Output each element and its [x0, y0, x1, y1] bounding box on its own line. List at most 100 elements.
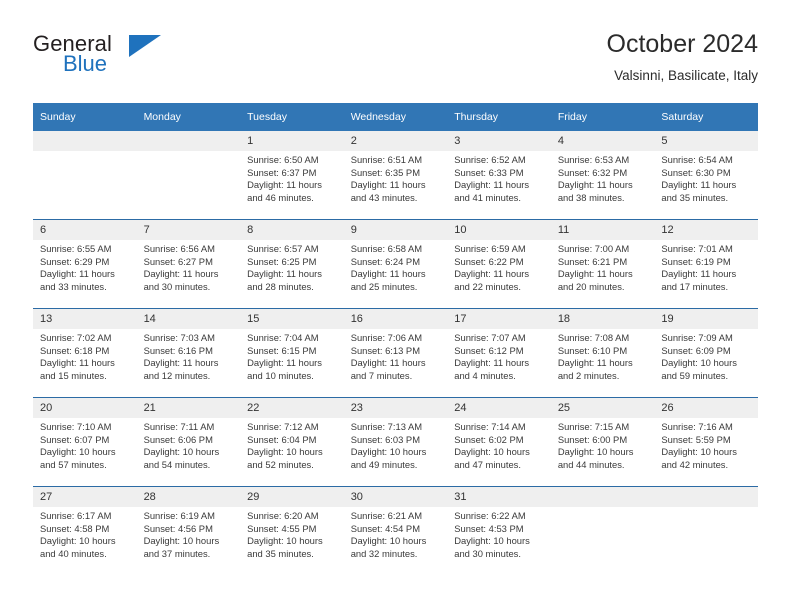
day-details: Sunrise: 7:04 AM Sunset: 6:15 PM Daylight:…: [240, 329, 344, 382]
sunrise-text: Sunrise: 7:14 AM: [454, 421, 526, 432]
calendar-day-cell[interactable]: 15 Sunrise: 7:04 AM Sunset: 6:15 PM Dayligh…: [240, 308, 344, 398]
calendar-day-cell[interactable]: 5 Sunrise: 6:54 AM Sunset: 6:30 PM Daylight…: [654, 131, 758, 220]
sunrise-text: Sunrise: 7:07 AM: [454, 332, 526, 343]
sunset-text: Sunset: 4:58 PM: [40, 522, 110, 534]
calendar-day-cell[interactable]: 12 Sunrise: 7:01 AM Sunset: 6:19 PM Dayligh…: [654, 219, 758, 309]
calendar-day-cell-empty: [136, 131, 241, 220]
daylight-text-line1: Daylight: 10 hours: [661, 357, 737, 369]
daylight-text-line1: Daylight: 11 hours: [143, 268, 219, 280]
daylight-text-line1: Daylight: 11 hours: [247, 268, 322, 280]
daylight-text-line2: and 20 minutes.: [557, 280, 625, 292]
calendar-day-cell[interactable]: 18 Sunrise: 7:08 AM Sunset: 6:10 PM Dayligh…: [550, 308, 655, 398]
weekday-header-monday: Monday: [136, 103, 241, 131]
calendar-day-cell[interactable]: 6 Sunrise: 6:55 AM Sunset: 6:29 PM Daylight…: [33, 219, 137, 309]
calendar-day-cell[interactable]: 13 Sunrise: 7:02 AM Sunset: 6:18 PM Dayligh…: [33, 308, 137, 398]
day-details: [551, 507, 655, 510]
day-details: Sunrise: 7:15 AM Sunset: 6:00 PM Daylight:…: [551, 418, 655, 471]
calendar-day-cell[interactable]: 7 Sunrise: 6:56 AM Sunset: 6:27 PM Daylight…: [136, 219, 241, 309]
calendar-day-cell[interactable]: 28 Sunrise: 6:19 AM Sunset: 4:56 PM Dayligh…: [136, 486, 241, 575]
sunrise-text: Sunrise: 7:09 AM: [661, 332, 733, 343]
daylight-text-line1: Daylight: 11 hours: [557, 268, 633, 280]
calendar-day-cell[interactable]: 23 Sunrise: 7:13 AM Sunset: 6:03 PM Dayligh…: [343, 397, 448, 487]
day-details: Sunrise: 7:16 AM Sunset: 5:59 PM Daylight:…: [654, 418, 758, 471]
calendar-day-cell[interactable]: 27 Sunrise: 6:17 AM Sunset: 4:58 PM Dayligh…: [33, 486, 137, 575]
calendar-day-cell-empty: [550, 486, 655, 575]
sunset-text: Sunset: 6:13 PM: [350, 344, 420, 356]
daylight-text-line1: Daylight: 11 hours: [40, 357, 115, 369]
day-number: 16: [343, 309, 448, 329]
day-number: [550, 487, 655, 507]
daylight-text-line1: Daylight: 11 hours: [143, 357, 219, 369]
day-number: 10: [447, 220, 551, 240]
calendar-day-cell[interactable]: 1 Sunrise: 6:50 AM Sunset: 6:37 PM Daylight…: [240, 131, 344, 220]
daylight-text-line2: and 28 minutes.: [247, 280, 314, 292]
daylight-text-line2: and 52 minutes.: [247, 458, 314, 470]
calendar-day-cell[interactable]: 11 Sunrise: 7:00 AM Sunset: 6:21 PM Dayligh…: [550, 219, 655, 309]
day-number: 26: [654, 398, 758, 418]
general-blue-logo[interactable]: General Blue: [33, 32, 253, 88]
sunrise-text: Sunrise: 7:10 AM: [40, 421, 112, 432]
calendar-day-cell[interactable]: 26 Sunrise: 7:16 AM Sunset: 5:59 PM Dayligh…: [654, 397, 758, 487]
daylight-text-line2: and 37 minutes.: [143, 547, 211, 559]
calendar-day-cell[interactable]: 14 Sunrise: 7:03 AM Sunset: 6:16 PM Dayligh…: [136, 308, 241, 398]
page-title: October 2024: [606, 30, 759, 58]
daylight-text-line1: Daylight: 10 hours: [40, 446, 116, 458]
day-number: 22: [240, 398, 344, 418]
calendar-day-cell[interactable]: 24 Sunrise: 7:14 AM Sunset: 6:02 PM Dayligh…: [447, 397, 551, 487]
calendar-day-cell[interactable]: 20 Sunrise: 7:10 AM Sunset: 6:07 PM Dayligh…: [33, 397, 137, 487]
sunrise-text: Sunrise: 7:01 AM: [661, 243, 733, 254]
calendar-day-cell[interactable]: 16 Sunrise: 7:06 AM Sunset: 6:13 PM Dayligh…: [343, 308, 448, 398]
calendar-day-cell[interactable]: 30 Sunrise: 6:21 AM Sunset: 4:54 PM Dayligh…: [343, 486, 448, 575]
sunset-text: Sunset: 4:53 PM: [454, 522, 524, 534]
day-details: Sunrise: 7:14 AM Sunset: 6:02 PM Daylight:…: [447, 418, 551, 471]
calendar-day-cell[interactable]: 3 Sunrise: 6:52 AM Sunset: 6:33 PM Daylight…: [447, 131, 551, 220]
day-details: Sunrise: 6:50 AM Sunset: 6:37 PM Daylight:…: [240, 151, 344, 204]
sunset-text: Sunset: 4:55 PM: [247, 522, 317, 534]
calendar-day-cell[interactable]: 21 Sunrise: 7:11 AM Sunset: 6:06 PM Dayligh…: [136, 397, 241, 487]
day-number: 12: [654, 220, 758, 240]
sunrise-text: Sunrise: 7:08 AM: [557, 332, 630, 343]
sunset-text: Sunset: 6:25 PM: [247, 255, 317, 267]
day-number: 7: [136, 220, 241, 240]
sunset-text: Sunset: 6:24 PM: [350, 255, 420, 267]
daylight-text-line2: and 10 minutes.: [247, 369, 314, 381]
calendar-day-cell[interactable]: 2 Sunrise: 6:51 AM Sunset: 6:35 PM Daylight…: [343, 131, 448, 220]
daylight-text-line1: Daylight: 11 hours: [247, 179, 322, 191]
calendar-day-cell[interactable]: 19 Sunrise: 7:09 AM Sunset: 6:09 PM Dayligh…: [654, 308, 758, 398]
sunset-text: Sunset: 5:59 PM: [661, 433, 731, 445]
sunrise-text: Sunrise: 6:19 AM: [143, 510, 215, 521]
sunset-text: Sunset: 6:03 PM: [350, 433, 420, 445]
calendar-day-cell[interactable]: 17 Sunrise: 7:07 AM Sunset: 6:12 PM Dayligh…: [447, 308, 551, 398]
day-number: 14: [136, 309, 241, 329]
calendar-week-row: 27 Sunrise: 6:17 AM Sunset: 4:58 PM Dayligh…: [33, 486, 758, 575]
sunrise-text: Sunrise: 7:12 AM: [247, 421, 319, 432]
sunset-text: Sunset: 6:09 PM: [661, 344, 731, 356]
day-details: [33, 151, 137, 154]
sunrise-text: Sunrise: 6:21 AM: [350, 510, 423, 521]
calendar-day-cell[interactable]: 10 Sunrise: 6:59 AM Sunset: 6:22 PM Dayligh…: [447, 219, 551, 309]
calendar-day-cell[interactable]: 22 Sunrise: 7:12 AM Sunset: 6:04 PM Dayligh…: [240, 397, 344, 487]
sunrise-text: Sunrise: 6:54 AM: [661, 154, 733, 165]
calendar-day-cell[interactable]: 9 Sunrise: 6:58 AM Sunset: 6:24 PM Daylight…: [343, 219, 448, 309]
sunset-text: Sunset: 6:00 PM: [557, 433, 628, 445]
daylight-text-line2: and 46 minutes.: [247, 191, 314, 203]
calendar-week-row: 13 Sunrise: 7:02 AM Sunset: 6:18 PM Dayligh…: [33, 308, 758, 398]
calendar-day-cell[interactable]: 31 Sunrise: 6:22 AM Sunset: 4:53 PM Dayligh…: [447, 486, 551, 575]
day-number: 6: [33, 220, 137, 240]
page-subtitle: Valsinni, Basilicate, Italy: [614, 68, 758, 83]
daylight-text-line2: and 30 minutes.: [454, 547, 521, 559]
calendar-day-cell[interactable]: 8 Sunrise: 6:57 AM Sunset: 6:25 PM Daylight…: [240, 219, 344, 309]
sunrise-text: Sunrise: 7:02 AM: [40, 332, 112, 343]
calendar-day-cell[interactable]: 25 Sunrise: 7:15 AM Sunset: 6:00 PM Dayligh…: [550, 397, 655, 487]
daylight-text-line2: and 25 minutes.: [350, 280, 418, 292]
calendar-body: 1 Sunrise: 6:50 AM Sunset: 6:37 PM Daylight…: [33, 131, 758, 575]
day-details: Sunrise: 6:21 AM Sunset: 4:54 PM Daylight:…: [344, 507, 448, 560]
triangle-icon: [129, 35, 161, 57]
sunset-text: Sunset: 6:19 PM: [661, 255, 731, 267]
calendar-week-row: 20 Sunrise: 7:10 AM Sunset: 6:07 PM Dayligh…: [33, 397, 758, 487]
day-number: 31: [447, 487, 551, 507]
daylight-text-line2: and 32 minutes.: [350, 547, 418, 559]
day-number: 13: [33, 309, 137, 329]
calendar-day-cell[interactable]: 4 Sunrise: 6:53 AM Sunset: 6:32 PM Daylight…: [550, 131, 655, 220]
calendar-day-cell[interactable]: 29 Sunrise: 6:20 AM Sunset: 4:55 PM Dayligh…: [240, 486, 344, 575]
